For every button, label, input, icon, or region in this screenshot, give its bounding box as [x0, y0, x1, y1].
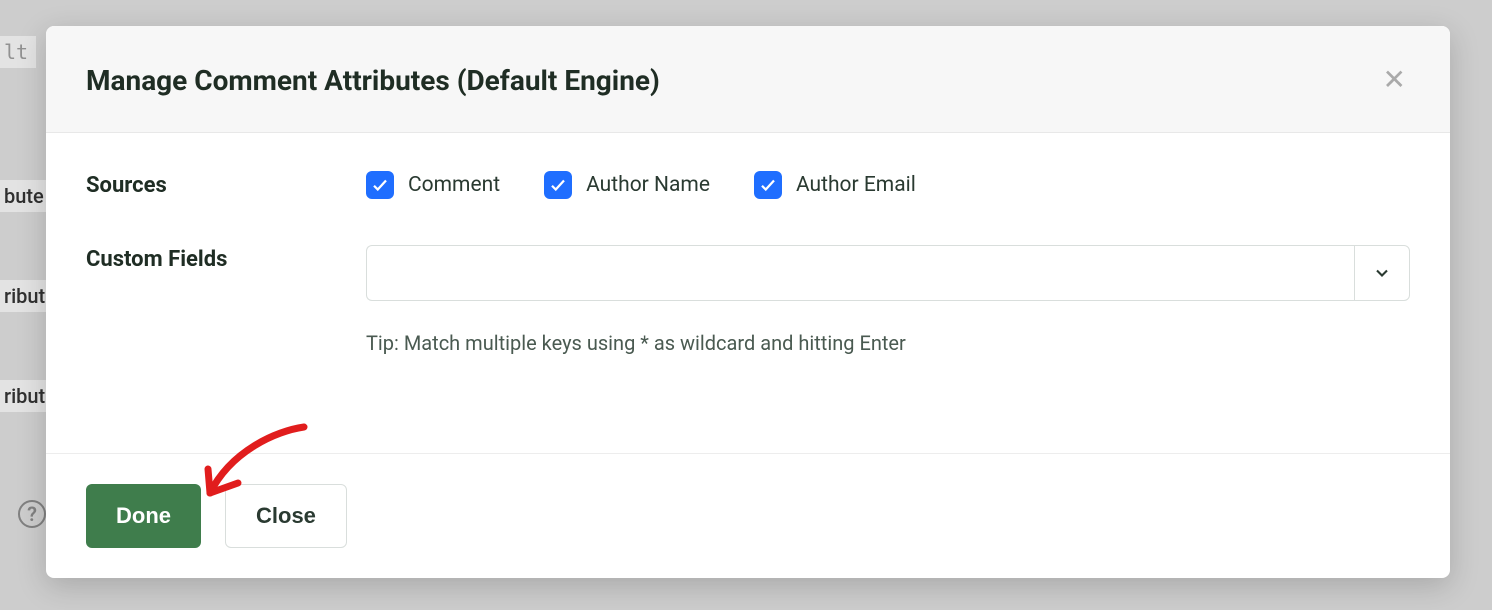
close-icon[interactable]: ✕ [1379, 62, 1410, 98]
custom-fields-dropdown-button[interactable] [1354, 245, 1410, 301]
custom-fields-input[interactable] [366, 245, 1354, 301]
modal-body: Sources Comment Author Name [46, 133, 1450, 453]
modal-header: Manage Comment Attributes (Default Engin… [46, 26, 1450, 133]
sources-row: Sources Comment Author Name [86, 171, 1410, 199]
sources-label: Sources [86, 171, 366, 198]
check-icon [544, 171, 572, 199]
sources-checkbox-group: Comment Author Name Author Email [366, 171, 1410, 199]
custom-fields-controls: Tip: Match multiple keys using * as wild… [366, 245, 1410, 355]
chevron-down-icon [1372, 263, 1392, 283]
checkbox-comment[interactable]: Comment [366, 171, 500, 199]
close-button[interactable]: Close [225, 484, 347, 548]
sources-controls: Comment Author Name Author Email [366, 171, 1410, 199]
done-button[interactable]: Done [86, 484, 201, 548]
custom-fields-combobox [366, 245, 1410, 301]
check-icon [366, 171, 394, 199]
modal-title: Manage Comment Attributes (Default Engin… [86, 64, 660, 97]
checkbox-label: Comment [408, 173, 500, 197]
checkbox-label: Author Email [796, 173, 916, 197]
custom-fields-row: Custom Fields Tip: Match multiple keys u… [86, 245, 1410, 355]
manage-comment-attributes-modal: Manage Comment Attributes (Default Engin… [46, 26, 1450, 578]
checkbox-label: Author Name [586, 173, 710, 197]
custom-fields-tip: Tip: Match multiple keys using * as wild… [366, 331, 1410, 355]
checkbox-author-email[interactable]: Author Email [754, 171, 916, 199]
checkbox-author-name[interactable]: Author Name [544, 171, 710, 199]
check-icon [754, 171, 782, 199]
modal-footer: Done Close [46, 453, 1450, 578]
custom-fields-label: Custom Fields [86, 245, 366, 272]
